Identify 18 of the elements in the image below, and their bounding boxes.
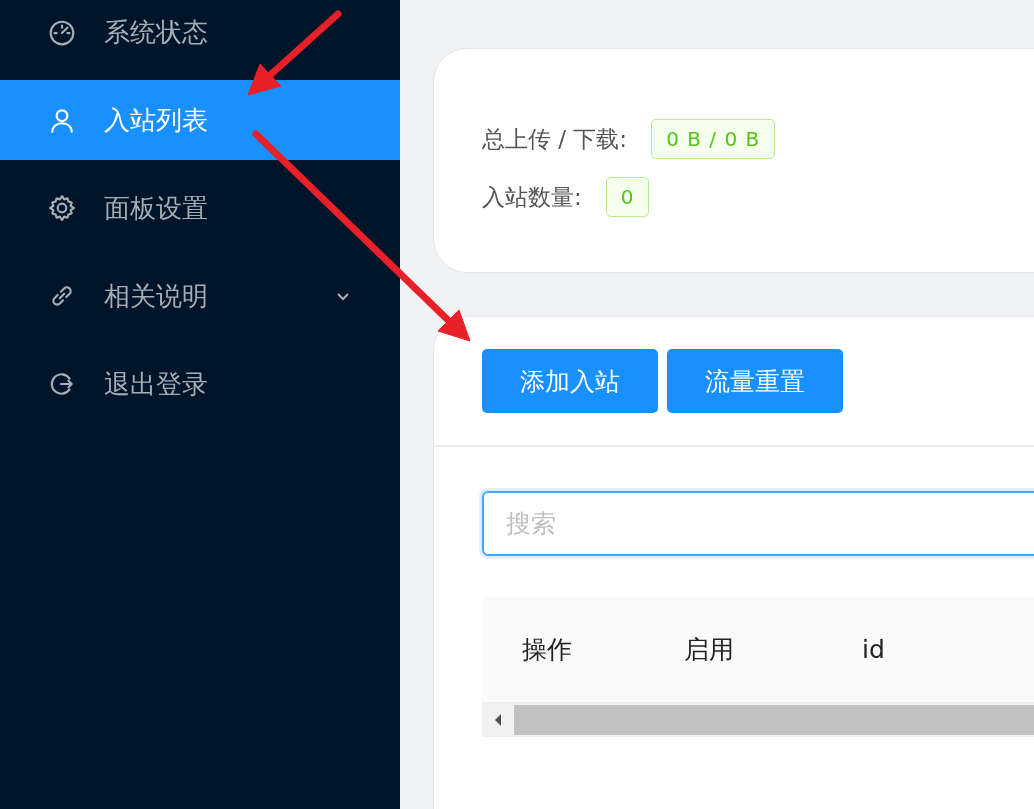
logout-icon: [48, 370, 76, 398]
column-header: 操作: [522, 634, 573, 666]
column-header: id: [862, 635, 885, 664]
scroll-left-icon[interactable]: [493, 713, 503, 727]
gauge-icon: [48, 18, 76, 46]
user-icon: [48, 106, 76, 134]
sidebar-item[interactable]: 退出登录: [0, 344, 400, 424]
search-field[interactable]: 搜索: [482, 491, 1034, 556]
stat-tag: 0: [605, 177, 650, 217]
stat-label: 入站数量:: [482, 182, 582, 212]
column-header: 启用: [684, 634, 735, 666]
settings-icon: [48, 194, 76, 222]
sidebar-item[interactable]: 面板设置: [0, 168, 400, 248]
sidebar-item[interactable]: 相关说明: [0, 256, 400, 336]
sidebar-item[interactable]: 系统状态: [0, 0, 400, 72]
stat-tag: 0 B / 0 B: [651, 119, 776, 159]
stat-label: 总上传 / 下载:: [482, 124, 628, 154]
horizontal-scrollbar[interactable]: [482, 703, 1034, 737]
